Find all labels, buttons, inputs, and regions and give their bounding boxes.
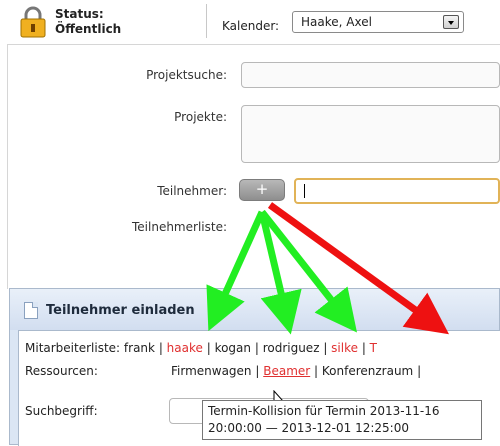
collision-tooltip: Termin-Kollision für Termin 2013-11-16 2… [202, 400, 482, 440]
tooltip-line1: Termin-Kollision für Termin 2013-11-16 [208, 404, 440, 418]
tooltip-line2: 20:00:00 — 2013-12-01 12:25:00 [208, 421, 409, 435]
red-arrow-silke [267, 202, 450, 335]
green-arrow-frank [206, 210, 266, 332]
annotation-arrows [206, 202, 450, 335]
